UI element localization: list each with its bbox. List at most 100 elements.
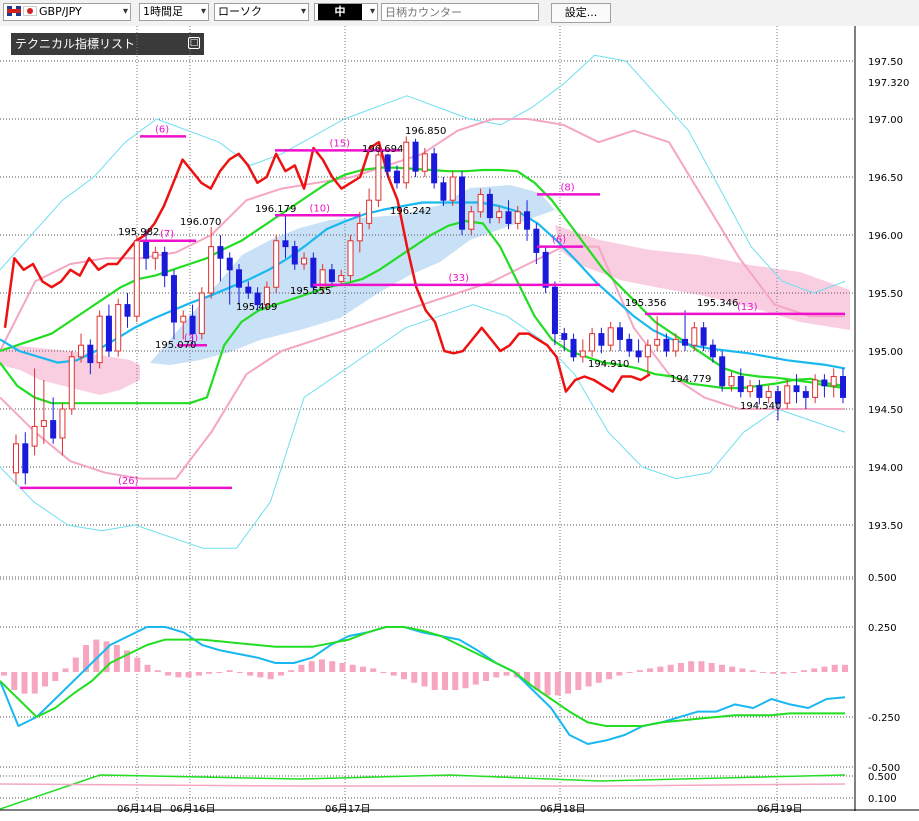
osc-histogram-bar bbox=[749, 670, 756, 672]
candle-bull bbox=[152, 251, 159, 259]
candle-bear bbox=[709, 344, 716, 358]
candle-bear bbox=[561, 333, 568, 340]
candle-bull bbox=[115, 304, 122, 352]
candle-bear bbox=[412, 141, 419, 172]
price-annotation: 195.982 bbox=[118, 227, 159, 238]
candle-bull bbox=[812, 379, 819, 398]
osc-tick-label: 0.500 bbox=[868, 573, 897, 584]
date-label: 06月19日 bbox=[757, 803, 802, 815]
osc-histogram-bar bbox=[657, 666, 664, 672]
settings-button[interactable]: 設定... bbox=[551, 3, 611, 23]
level-count-label: (26) bbox=[118, 476, 139, 487]
price-annotation: 195.356 bbox=[625, 298, 666, 309]
candle-bear bbox=[236, 269, 243, 288]
osc-histogram-bar bbox=[667, 664, 674, 672]
osc-histogram-bar bbox=[565, 672, 572, 694]
candle-bull bbox=[784, 385, 791, 404]
osc-histogram-bar bbox=[636, 670, 643, 672]
price-annotation: 195.555 bbox=[290, 286, 331, 297]
osc-histogram-bar bbox=[31, 672, 38, 694]
chevron-down-icon: ▾ bbox=[369, 6, 375, 17]
osc-histogram-bar bbox=[688, 661, 695, 672]
osc-histogram-bar bbox=[708, 663, 715, 672]
price-annotation: 195.070 bbox=[155, 340, 196, 351]
candle-bear bbox=[821, 379, 828, 387]
candle-bull bbox=[449, 176, 456, 201]
price-tick-label: 194.50 bbox=[868, 405, 903, 416]
counter-input[interactable] bbox=[381, 3, 539, 21]
level-count-label: (10) bbox=[310, 203, 331, 214]
osc-histogram-bar bbox=[42, 672, 49, 687]
price-tick-label: 195.00 bbox=[868, 347, 903, 358]
osc-histogram-bar bbox=[318, 659, 325, 672]
level-count-label: (8) bbox=[561, 182, 575, 193]
chart-type-label: ローソク bbox=[218, 5, 262, 18]
osc-histogram-bar bbox=[811, 668, 818, 672]
osc-histogram-bar bbox=[154, 670, 161, 672]
candle-bear bbox=[105, 315, 112, 352]
candle-bull bbox=[468, 211, 475, 230]
osc-histogram-bar bbox=[842, 664, 848, 672]
price-tick-label: 197.00 bbox=[868, 115, 903, 126]
price-tick-label: 197.320 bbox=[868, 78, 909, 89]
chart-type-select[interactable]: ローソク ▾ bbox=[214, 3, 309, 21]
timeframe-select[interactable]: 1時間足 ▾ bbox=[139, 3, 209, 21]
osc-histogram-bar bbox=[729, 666, 736, 672]
level-count-label: (13) bbox=[737, 302, 758, 313]
candle-bull bbox=[765, 391, 772, 398]
osc-histogram-bar bbox=[359, 666, 366, 672]
candle-bear bbox=[189, 315, 196, 335]
outer-band-lower bbox=[0, 304, 846, 549]
price-tick-label: 195.50 bbox=[868, 289, 903, 300]
candle-bear bbox=[635, 350, 642, 358]
osc-histogram-bar bbox=[698, 661, 705, 672]
osc-histogram-bar bbox=[370, 668, 377, 672]
osc-histogram-bar bbox=[72, 657, 79, 672]
osc-histogram-bar bbox=[780, 672, 787, 674]
candle-bull bbox=[180, 315, 187, 323]
candle-bull bbox=[273, 240, 280, 288]
osc-histogram-bar bbox=[380, 672, 387, 673]
candle-bear bbox=[440, 182, 447, 201]
osc-histogram-bar bbox=[462, 672, 469, 689]
osc-histogram-bar bbox=[626, 672, 633, 673]
toolbar: GBP/JPY ▾ 1時間足 ▾ ローソク ▾ 中 ▾ 設定... bbox=[0, 0, 919, 26]
osc-histogram-bar bbox=[400, 672, 407, 680]
osc-histogram-bar bbox=[544, 672, 551, 696]
candle-bull bbox=[830, 376, 837, 387]
osc-tick-label: -0.250 bbox=[868, 713, 900, 724]
chevron-down-icon: ▾ bbox=[200, 6, 206, 17]
sub-line-pink bbox=[0, 783, 846, 787]
osc-histogram-bar bbox=[134, 657, 141, 672]
level-count-label: (6) bbox=[155, 124, 169, 135]
symbol-select[interactable]: GBP/JPY ▾ bbox=[3, 3, 131, 21]
osc-histogram-bar bbox=[257, 672, 264, 678]
date-label: 06月18日 bbox=[540, 803, 585, 815]
candle-bear bbox=[124, 304, 131, 317]
osc-histogram-bar bbox=[554, 672, 561, 696]
date-label: 06月16日 bbox=[170, 803, 215, 815]
osc-histogram-bar bbox=[575, 672, 582, 690]
candle-bear bbox=[291, 246, 298, 265]
osc-histogram-bar bbox=[216, 672, 223, 673]
osc-histogram-bar bbox=[493, 672, 500, 678]
osc-histogram-bar bbox=[770, 672, 777, 674]
osc-histogram-bar bbox=[585, 672, 592, 687]
price-annotation: 196.694 bbox=[362, 144, 403, 155]
candle-bear bbox=[143, 240, 150, 259]
osc-histogram-bar bbox=[503, 672, 510, 676]
candle-bear bbox=[840, 376, 846, 398]
candle-bull bbox=[607, 327, 614, 346]
candle-bear bbox=[328, 269, 335, 282]
candle-bear bbox=[87, 344, 94, 364]
osc-histogram-bar bbox=[62, 668, 69, 672]
osc-histogram-bar bbox=[718, 664, 725, 672]
osc-histogram-bar bbox=[483, 672, 490, 681]
osc-histogram-bar bbox=[247, 672, 254, 676]
candle-bear bbox=[226, 257, 233, 271]
candle-bull bbox=[366, 199, 373, 224]
osc-histogram-bar bbox=[442, 672, 449, 690]
candle-bear bbox=[802, 391, 809, 398]
size-select[interactable]: 中 ▾ bbox=[314, 3, 378, 21]
candle-bear bbox=[598, 333, 605, 346]
